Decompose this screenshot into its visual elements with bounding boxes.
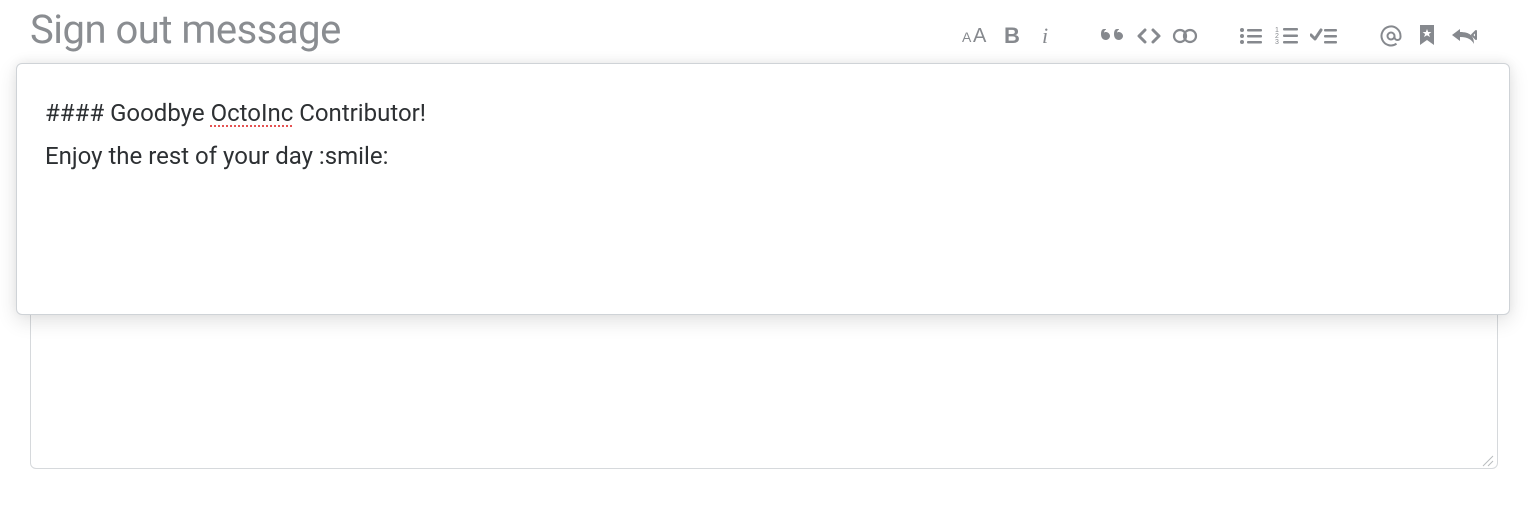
bookmark-icon	[1418, 25, 1436, 47]
editor-line-2[interactable]: Enjoy the rest of your day :smile:	[45, 135, 1481, 178]
editor-line-1[interactable]: #### Goodbye OctoInc Contributor!	[45, 92, 1481, 135]
editor-focused-panel[interactable]: #### Goodbye OctoInc Contributor! Enjoy …	[16, 63, 1510, 315]
reply-button[interactable]	[1450, 23, 1478, 49]
heading-icon: A A	[962, 26, 988, 46]
task-list-icon	[1310, 26, 1338, 46]
toolbar-group-ref	[1358, 23, 1498, 49]
code-icon	[1136, 26, 1162, 46]
quote-icon	[1101, 26, 1125, 46]
italic-button[interactable]: i	[1034, 23, 1060, 49]
bold-icon: B	[1001, 26, 1021, 46]
svg-text:3: 3	[1275, 39, 1279, 46]
task-list-button[interactable]	[1310, 23, 1338, 49]
at-icon	[1379, 24, 1403, 48]
editor-text: #### Goodbye	[45, 99, 211, 127]
code-button[interactable]	[1136, 23, 1162, 49]
svg-text:B: B	[1004, 26, 1020, 46]
reply-icon	[1450, 26, 1478, 46]
unordered-list-icon	[1239, 26, 1263, 46]
ordered-list-icon: 1 2 3	[1275, 26, 1299, 46]
heading-button[interactable]: A A	[962, 23, 988, 49]
section-title: Sign out message	[30, 6, 341, 53]
svg-text:A: A	[973, 26, 987, 46]
toolbar-group-text: A A B i	[942, 23, 1080, 49]
unordered-list-button[interactable]	[1238, 23, 1264, 49]
italic-icon: i	[1039, 26, 1055, 46]
toolbar-group-list: 1 2 3	[1218, 23, 1358, 49]
bookmark-button[interactable]	[1414, 23, 1440, 49]
editor-text: Contributor!	[293, 99, 426, 127]
resize-handle-icon[interactable]	[1480, 452, 1494, 466]
link-icon	[1172, 26, 1198, 46]
toolbar-group-block	[1080, 23, 1218, 49]
quote-button[interactable]	[1100, 23, 1126, 49]
svg-text:A: A	[962, 29, 972, 45]
spellcheck-word: OctoInc	[211, 99, 294, 127]
link-button[interactable]	[1172, 23, 1198, 49]
svg-text:i: i	[1042, 26, 1048, 46]
mention-button[interactable]	[1378, 23, 1404, 49]
bold-button[interactable]: B	[998, 23, 1024, 49]
editor-toolbar: A A B i	[942, 23, 1498, 49]
ordered-list-button[interactable]: 1 2 3	[1274, 23, 1300, 49]
